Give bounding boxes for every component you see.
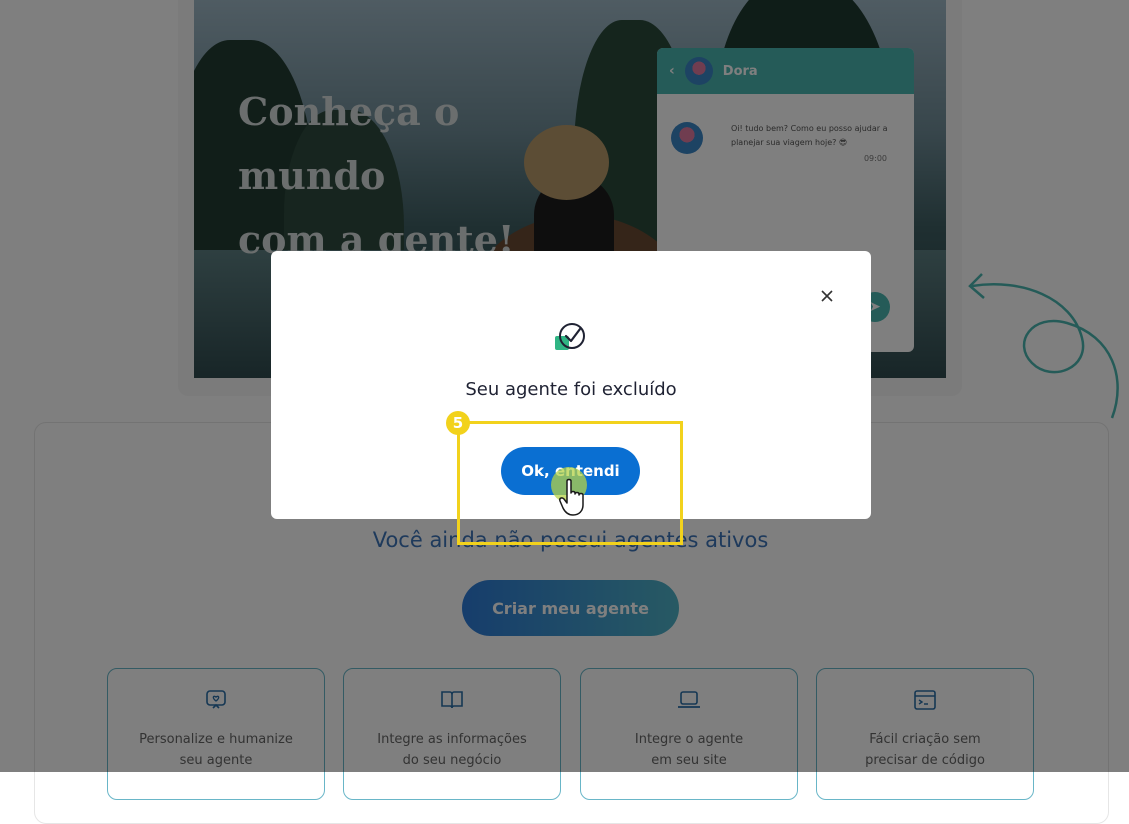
page: Conheça o mundo com a gente! ‹ Dora Oi! … bbox=[0, 0, 1129, 824]
step-number-badge: 5 bbox=[446, 411, 470, 435]
check-circle-icon bbox=[553, 321, 587, 355]
hand-cursor-icon bbox=[559, 478, 584, 516]
close-icon[interactable] bbox=[816, 285, 838, 307]
dialog-title: Seu agente foi excluído bbox=[465, 379, 677, 400]
